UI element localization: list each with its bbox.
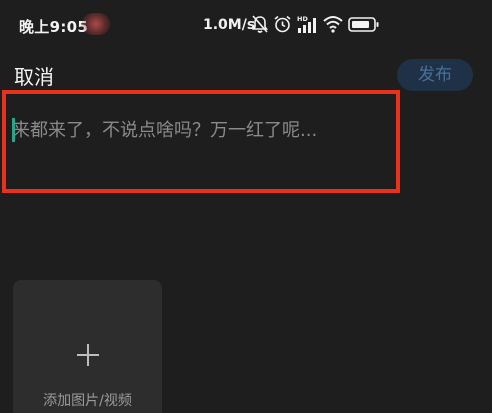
- publish-button[interactable]: 发布: [397, 59, 473, 91]
- network-speed: 1.0M/s: [203, 17, 256, 33]
- add-media-button[interactable]: 添加图片/视频: [13, 280, 162, 413]
- hd-signal-icon: HD: [297, 15, 316, 33]
- status-time: 晚上9:05: [19, 18, 89, 36]
- alarm-icon: [274, 15, 291, 33]
- status-bar: 晚上9:05 1.0M/s HD: [0, 0, 492, 52]
- notification-blur: [82, 13, 110, 35]
- post-composer-screen: 晚上9:05 1.0M/s HD 取消 发布 来都来了，不说点啥吗？万一红了呢.…: [0, 0, 492, 413]
- text-caret: [12, 118, 15, 142]
- plus-icon: [77, 344, 99, 366]
- post-text-input[interactable]: 来都来了，不说点啥吗？万一红了呢...: [12, 116, 382, 146]
- battery-icon: [348, 17, 379, 32]
- add-media-label: 添加图片/视频: [43, 393, 132, 409]
- wifi-icon: [323, 16, 343, 33]
- svg-text:HD: HD: [297, 15, 308, 23]
- cancel-button[interactable]: 取消: [14, 61, 54, 90]
- bell-muted-icon: [251, 15, 269, 33]
